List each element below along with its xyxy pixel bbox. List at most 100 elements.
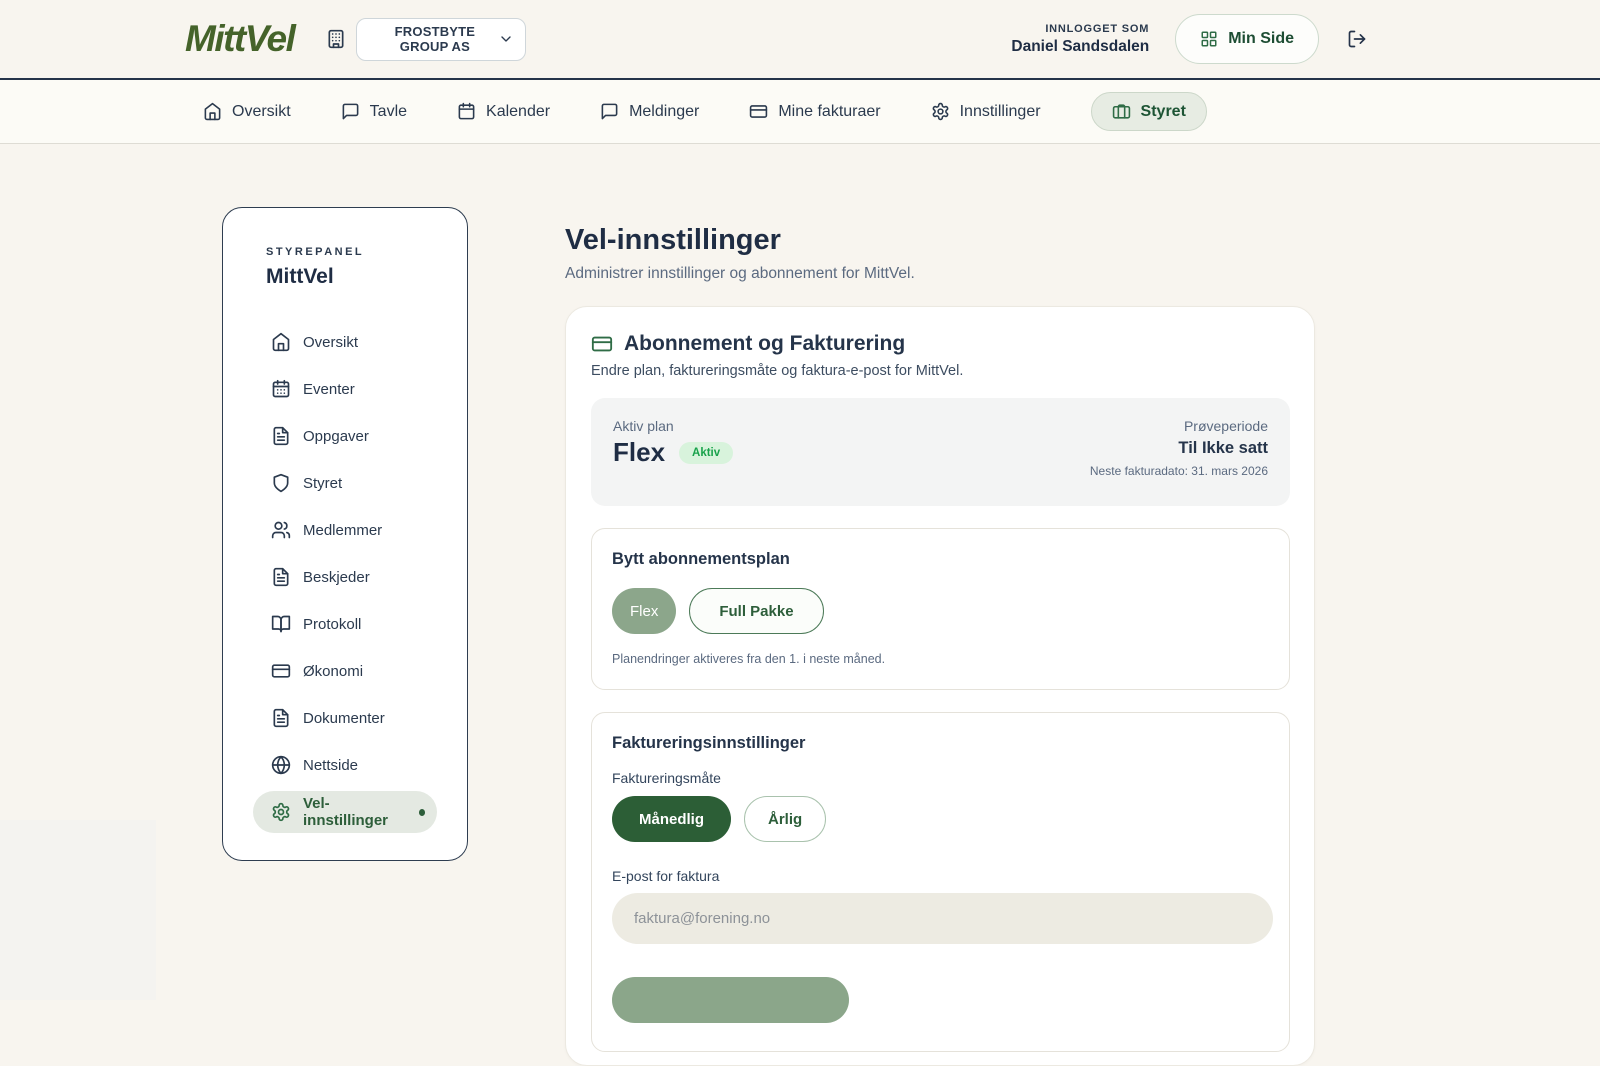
plan-option-full-pakke[interactable]: Full Pakke	[689, 588, 823, 634]
app-header: MittVel FROSTBYTE GROUP AS INNLOGGET SOM…	[0, 0, 1600, 78]
gear-icon	[271, 802, 291, 822]
nav-item-styret[interactable]: Styret	[1091, 92, 1207, 131]
sidebar-item-label: Dokumenter	[303, 710, 385, 727]
sidebar-item-okonomi[interactable]: Økonomi	[253, 650, 437, 692]
sidebar-item-label: Beskjeder	[303, 569, 370, 586]
logged-in-user: INNLOGGET SOM Daniel Sandsdalen	[1011, 23, 1149, 56]
sidebar-item-label: Nettside	[303, 757, 358, 774]
main-content: Vel-innstillinger Administrer innstillin…	[565, 207, 1315, 1066]
nav-item-meldinger[interactable]: Meldinger	[600, 102, 699, 121]
min-side-label: Min Side	[1228, 30, 1294, 48]
billing-card: Faktureringsinnstillinger Faktureringsmå…	[591, 712, 1290, 1052]
globe-icon	[271, 755, 291, 775]
next-invoice-date: Neste fakturadato: 31. mars 2026	[1090, 464, 1268, 478]
styrepanel-sidebar: STYREPANEL MittVel Oversikt Eventer Oppg…	[222, 207, 468, 861]
chevron-down-icon	[498, 31, 514, 47]
period-value: Til Ikke satt	[1090, 439, 1268, 458]
nav-item-label: Innstillinger	[960, 103, 1041, 121]
billing-method-label: Månedlig	[639, 811, 704, 828]
billing-method-label: Årlig	[768, 811, 802, 828]
sidebar-item-label: Vel-innstillinger	[303, 795, 407, 829]
sidebar-item-label: Styret	[303, 475, 342, 492]
sidebar-item-label: Økonomi	[303, 663, 363, 680]
home-icon	[271, 332, 291, 352]
user-name: Daniel Sandsdalen	[1011, 38, 1149, 56]
sidebar-eyebrow: STYREPANEL	[266, 246, 437, 258]
sidebar-item-label: Eventer	[303, 381, 355, 398]
bottom-left-panel	[0, 820, 156, 1000]
invoice-email-input[interactable]	[612, 893, 1273, 944]
company-selector-group: FROSTBYTE GROUP AS	[326, 18, 526, 61]
sidebar-item-dokumenter[interactable]: Dokumenter	[253, 697, 437, 739]
sidebar-item-nettside[interactable]: Nettside	[253, 744, 437, 786]
sidebar-item-protokoll[interactable]: Protokoll	[253, 603, 437, 645]
page-subtitle: Administrer innstillinger og abonnement …	[565, 265, 1315, 283]
calendar-days-icon	[271, 379, 291, 399]
save-button[interactable]	[612, 977, 849, 1023]
billing-method-toggle: Månedlig Årlig	[612, 796, 1269, 842]
sidebar-item-styret[interactable]: Styret	[253, 462, 437, 504]
nav-item-label: Meldinger	[629, 103, 699, 121]
nav-item-label: Tavle	[370, 103, 407, 121]
sidebar-items: Oversikt Eventer Oppgaver Styret Med	[253, 321, 437, 833]
gear-icon	[931, 102, 950, 121]
subscription-card: Abonnement og Fakturering Endre plan, fa…	[565, 306, 1315, 1066]
logged-in-label: INNLOGGET SOM	[1011, 23, 1149, 35]
main-nav: Oversikt Tavle Kalender Meldinger Mine f…	[0, 78, 1600, 144]
file-text-icon	[271, 426, 291, 446]
company-selector[interactable]: FROSTBYTE GROUP AS	[356, 18, 526, 61]
active-dot	[419, 809, 425, 816]
plan-name: Flex	[613, 437, 665, 468]
nav-item-tavle[interactable]: Tavle	[341, 102, 407, 121]
sidebar-item-label: Protokoll	[303, 616, 361, 633]
period-label: Prøveperiode	[1090, 418, 1268, 434]
sidebar-item-medlemmer[interactable]: Medlemmer	[253, 509, 437, 551]
users-icon	[271, 520, 291, 540]
sidebar-item-vel-innstillinger[interactable]: Vel-innstillinger	[253, 791, 437, 833]
logout-icon	[1347, 29, 1367, 49]
home-icon	[203, 102, 222, 121]
sidebar-item-beskjeder[interactable]: Beskjeder	[253, 556, 437, 598]
briefcase-icon	[1112, 102, 1131, 121]
active-plan-label: Aktiv plan	[613, 418, 733, 434]
billing-title: Faktureringsinnstillinger	[612, 734, 1269, 753]
nav-item-innstillinger[interactable]: Innstillinger	[931, 102, 1041, 121]
sidebar-item-label: Oppgaver	[303, 428, 369, 445]
change-plan-card: Bytt abonnementsplan Flex Full Pakke Pla…	[591, 528, 1290, 690]
credit-card-icon	[749, 102, 768, 121]
billing-method-option-manedlig[interactable]: Månedlig	[612, 796, 731, 842]
dashboard-grid-icon	[1200, 30, 1218, 48]
sidebar-item-oppgaver[interactable]: Oppgaver	[253, 415, 437, 457]
building-icon	[326, 29, 346, 49]
company-selector-value: FROSTBYTE GROUP AS	[371, 24, 498, 54]
sidebar-item-eventer[interactable]: Eventer	[253, 368, 437, 410]
book-open-icon	[271, 614, 291, 634]
min-side-button[interactable]: Min Side	[1175, 14, 1319, 64]
nav-item-label: Kalender	[486, 103, 550, 121]
card-subtitle: Endre plan, faktureringsmåte og faktura-…	[591, 363, 1290, 379]
invoice-email-label: E-post for faktura	[612, 868, 1269, 884]
credit-card-icon	[271, 661, 291, 681]
sidebar-item-oversikt[interactable]: Oversikt	[253, 321, 437, 363]
nav-item-label: Styret	[1141, 103, 1186, 121]
plan-change-note: Planendringer aktiveres fra den 1. i nes…	[612, 652, 1269, 666]
app-logo: MittVel	[185, 18, 294, 60]
logout-button[interactable]	[1347, 29, 1367, 49]
plan-option-flex[interactable]: Flex	[612, 588, 676, 634]
nav-item-oversikt[interactable]: Oversikt	[203, 102, 291, 121]
message-icon	[341, 102, 360, 121]
shield-icon	[271, 473, 291, 493]
nav-item-kalender[interactable]: Kalender	[457, 102, 550, 121]
file-text-icon	[271, 708, 291, 728]
change-plan-title: Bytt abonnementsplan	[612, 550, 1269, 569]
card-title: Abonnement og Fakturering	[624, 332, 905, 356]
plan-option-label: Flex	[630, 603, 658, 620]
plan-toggle: Flex Full Pakke	[612, 588, 1269, 634]
active-plan-panel: Aktiv plan Flex Aktiv Prøveperiode Til I…	[591, 398, 1290, 506]
sidebar-title: MittVel	[266, 265, 437, 289]
billing-method-option-arlig[interactable]: Årlig	[744, 796, 826, 842]
credit-card-icon	[591, 333, 613, 355]
nav-item-label: Oversikt	[232, 103, 291, 121]
nav-item-mine-fakturaer[interactable]: Mine fakturaer	[749, 102, 880, 121]
billing-method-label: Faktureringsmåte	[612, 770, 1269, 786]
